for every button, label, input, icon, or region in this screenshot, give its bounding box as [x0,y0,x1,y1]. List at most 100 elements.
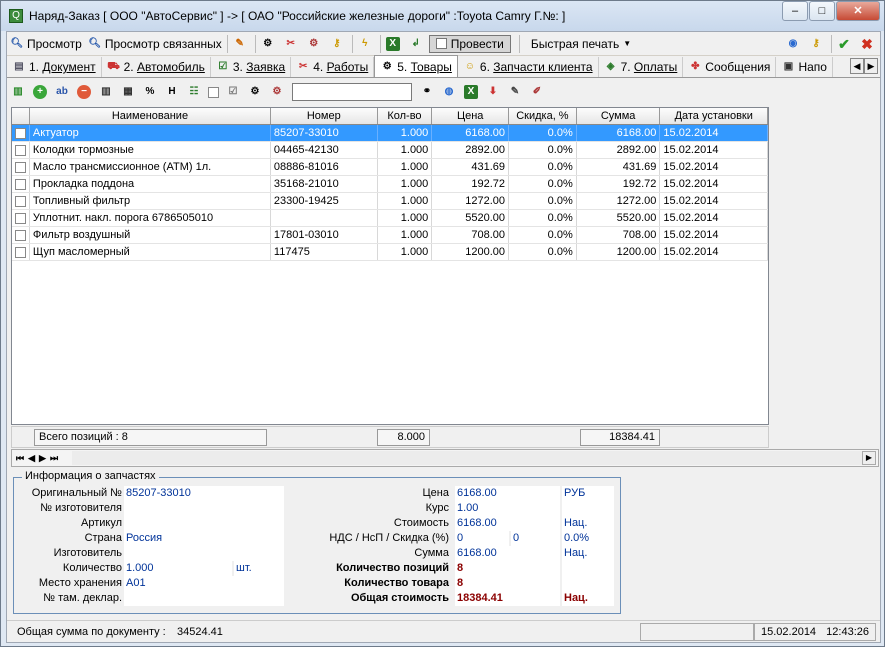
car-icon: ⛟ [107,61,120,72]
edit-button[interactable]: ✎ [230,33,253,55]
settings-button[interactable]: ⚙ [258,33,281,55]
table-row[interactable]: Актуатор 85207-33010 1.000 6168.00 0.0% 6168.… [12,125,768,142]
tab-reminders[interactable]: ▣ Напо [776,57,833,77]
gear-icon[interactable]: ⚙ [248,85,262,99]
cancel-button[interactable]: ✖ [857,33,880,55]
cell-date: 15.02.2014 [660,227,768,243]
gear-red-button[interactable]: ⚙ [304,33,327,55]
nav-last-icon[interactable]: ⏭ [48,453,60,464]
row-checkbox[interactable] [14,144,26,156]
checked-box-icon[interactable]: ☑ [226,85,240,99]
table-row[interactable]: Фильтр воздушный 17801-03010 1.000 708.00 0.… [12,227,768,244]
cell-number: 85207-33010 [271,125,378,141]
arrow-icon: ↲ [411,37,420,49]
tab-goods[interactable]: ⚙ 5. Товары [374,55,458,77]
columns2-icon[interactable]: ▦ [121,85,135,99]
table-row[interactable]: Масло трансмиссионное (ATM) 1л. 08886-810… [12,159,768,176]
h-icon[interactable]: H [165,85,179,99]
percent-icon[interactable]: % [143,85,157,99]
add-icon[interactable]: + [33,85,47,99]
table-row[interactable]: Щуп масломерный 117475 1.000 1200.00 0.0% 120… [12,244,768,261]
scroll-right-icon[interactable]: ▶ [862,451,876,465]
col-header-name[interactable]: Наименование [30,108,271,124]
col-header-number[interactable]: Номер [271,108,378,124]
cell-qty: 1.000 [378,125,433,141]
tab-works[interactable]: ✂ 4. Работы [291,57,375,77]
tools-icon: ✂ [299,61,308,72]
tab-request[interactable]: ☑ 3. Заявка [211,57,292,77]
post-button[interactable]: Провести [428,34,511,53]
col-header-date[interactable]: Дата установки [660,108,768,124]
cell-discount: 0.0% [509,227,577,243]
info-value: 8 [455,561,560,576]
delete-all-icon[interactable]: ▥ [11,85,25,99]
record-navigator: ⏮ ◀ ▶ ⏭ ▶ [11,449,879,467]
refresh-icon[interactable]: ◍ [442,85,456,99]
info-label: Страна [84,532,122,544]
col-header-sum[interactable]: Сумма [577,108,661,124]
remove-icon[interactable]: − [77,85,91,99]
gear-red-icon[interactable]: ⚙ [270,85,284,99]
row-checkbox[interactable] [14,212,26,224]
nav-prev-icon[interactable]: ◀ [26,453,37,464]
binoculars-icon[interactable]: ⚭ [420,85,434,99]
import-icon[interactable]: ⬇ [486,85,500,99]
view-related-button[interactable]: 🔍︎ Просмотр связанных [85,33,225,55]
info-value: 6168.00 [455,516,560,531]
magnifier-icon: 🔍︎ [88,37,102,49]
notes-icon[interactable]: ✎ [508,85,522,99]
tab-scroll-right[interactable]: ▶ [864,58,878,74]
row-checkbox[interactable] [14,246,26,258]
nav-first-icon[interactable]: ⏮ [14,453,26,464]
row-checkbox[interactable] [14,229,26,241]
post-checkbox[interactable] [435,38,447,49]
tab-scroll-left[interactable]: ◀ [850,58,864,74]
app-icon: Q [9,9,23,23]
lightning-button[interactable]: ϟ [355,33,378,55]
tab-payments[interactable]: ◈ 7. Оплаты [599,57,684,77]
row-checkbox[interactable] [14,127,26,139]
ok-button[interactable]: ✔ [834,33,857,55]
col-header-discount[interactable]: Скидка, % [509,108,577,124]
table-row[interactable]: Уплотнит. накл. порога 6786505010 1.000 55… [12,210,768,227]
clipboard-icon[interactable]: ✐ [530,85,544,99]
search-input[interactable] [292,83,412,101]
help-button[interactable]: ◉ [783,33,806,55]
row-checkbox[interactable] [14,178,26,190]
tool-button[interactable]: ✂ [281,33,304,55]
info-label: Артикул [80,517,122,529]
maximize-button[interactable]: □ [809,1,835,21]
tab-document[interactable]: ▤ 1. Документ [7,57,102,77]
cell-sum: 431.69 [577,159,661,175]
export-button[interactable]: ↲ [406,33,429,55]
row-checkbox[interactable] [14,195,26,207]
list-check-icon[interactable]: ☷ [187,85,201,99]
horizontal-scrollbar[interactable] [72,451,862,465]
table-row[interactable]: Топливный фильтр 23300-19425 1.000 1272.00 0… [12,193,768,210]
cell-sum: 192.72 [577,176,661,192]
row-checkbox[interactable] [14,161,26,173]
col-header-price[interactable]: Цена [432,108,510,124]
minimize-button[interactable]: – [782,1,808,21]
excel-button[interactable]: X [383,33,406,55]
cell-sum: 2892.00 [577,142,661,158]
excel-icon[interactable]: X [464,85,478,99]
table-row[interactable]: Колодки тормозные 04465-42130 1.000 2892.00… [12,142,768,159]
quick-print-button[interactable]: Быстрая печать ▼ [528,33,634,55]
tab-car[interactable]: ⛟ 2. Автомобиль [102,57,211,77]
key-button[interactable]: ⚷ [327,33,350,55]
table-row[interactable]: Прокладка поддона 35168-21010 1.000 192.72 0… [12,176,768,193]
tab-messages[interactable]: ✤ Сообщения [683,57,777,77]
key2-button[interactable]: ⚷ [806,33,829,55]
sort-abc-icon[interactable]: ab [55,85,69,99]
tab-client-parts[interactable]: ☺ 6. Запчасти клиента [458,57,599,77]
nav-next-icon[interactable]: ▶ [37,453,48,464]
title-bar[interactable]: Q Наряд-Заказ [ ООО "АвтоСервис" ] -> [ … [1,1,884,31]
select-all-checkbox[interactable] [208,86,219,98]
view-button[interactable]: 🔍︎ Просмотр [7,33,85,55]
columns-icon[interactable]: ▥ [99,85,113,99]
cell-number: 23300-19425 [271,193,378,209]
cell-price: 2892.00 [432,142,509,158]
col-header-qty[interactable]: Кол-во [378,108,433,124]
close-button[interactable]: ✕ [836,1,880,21]
